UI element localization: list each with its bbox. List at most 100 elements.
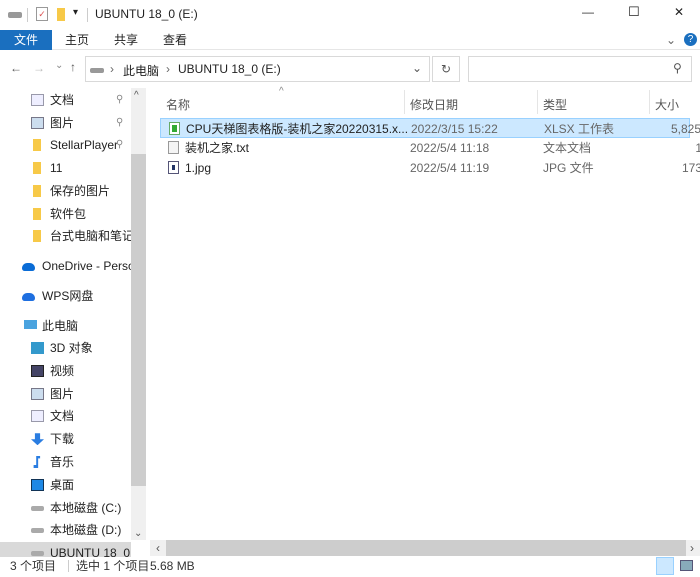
file-type: XLSX 工作表: [544, 122, 615, 136]
selected-count: 选中 1 个项目: [76, 559, 150, 573]
desktop-icon: [31, 478, 44, 491]
pin-icon: ⚲: [116, 116, 124, 128]
cloud-icon: [22, 293, 35, 301]
new-folder-icon[interactable]: [57, 8, 65, 21]
tab-home[interactable]: 主页: [65, 30, 89, 50]
sidebar-item-download[interactable]: 下载: [0, 428, 131, 450]
breadcrumb-this-pc[interactable]: 此电脑: [123, 62, 159, 79]
sidebar-item-drive[interactable]: 本地磁盘 (D:): [0, 519, 131, 541]
breadcrumb-drive[interactable]: UBUNTU 18_0 (E:): [178, 62, 281, 76]
file-size: 5,825: [670, 122, 700, 136]
computer-icon: [24, 320, 37, 329]
3d-icon: [31, 342, 44, 354]
search-input[interactable]: ⚲: [468, 56, 692, 82]
sidebar-item-pic[interactable]: 图片: [0, 383, 131, 405]
doc-icon: [31, 94, 44, 106]
sidebar-item-label: 本地磁盘 (D:): [50, 523, 122, 538]
breadcrumb-separator[interactable]: ›: [110, 62, 114, 76]
divider: [649, 90, 650, 114]
sidebar-item-label: WPS网盘: [42, 289, 94, 303]
horizontal-scrollbar[interactable]: ‹ ›: [150, 540, 700, 556]
folder-icon: [33, 230, 41, 243]
drive-icon: [90, 68, 104, 73]
status-bar: 3 个项目 选中 1 个项目 5.68 MB: [0, 557, 700, 577]
sidebar-item-label: 软件包: [50, 206, 87, 221]
refresh-button[interactable]: ↻: [432, 56, 460, 82]
address-bar[interactable]: › 此电脑 › UBUNTU 18_0 (E:) ⌄: [85, 56, 430, 82]
column-header-type[interactable]: 类型: [543, 94, 567, 116]
customize-toolbar-icon[interactable]: ▾: [73, 7, 78, 18]
address-dropdown-icon[interactable]: ⌄: [412, 61, 422, 75]
details-view-button[interactable]: [656, 557, 674, 575]
file-row[interactable]: 1.jpg 2022/5/4 11:19 JPG 文件 173: [160, 158, 700, 178]
sidebar-item-onedrive[interactable]: OneDrive - Personal: [0, 255, 131, 277]
maximize-button[interactable]: ☐: [628, 4, 640, 20]
forward-button[interactable]: →: [33, 61, 45, 75]
scrollbar-thumb[interactable]: [166, 540, 686, 556]
properties-icon[interactable]: ✓: [36, 7, 48, 21]
expand-ribbon-icon[interactable]: ⌄: [666, 30, 676, 50]
breadcrumb-separator[interactable]: ›: [166, 62, 170, 76]
sidebar-item-drive[interactable]: UBUNTU 18_0 (E:): [0, 542, 131, 557]
window-title: UBUNTU 18_0 (E:): [95, 7, 198, 21]
doc-icon: [31, 410, 44, 423]
tab-file[interactable]: 文件: [0, 30, 52, 50]
large-icons-view-button[interactable]: [680, 560, 693, 571]
sidebar-item-quick-access[interactable]: StellarPlayer ⚲: [0, 134, 131, 156]
sidebar-item-label: 图片: [50, 115, 75, 130]
sidebar-item-doc[interactable]: 文档: [0, 405, 131, 427]
file-row[interactable]: CPU天梯图表格版-装机之家20220315.x... 2022/3/15 15…: [160, 118, 700, 138]
tab-view[interactable]: 查看: [163, 30, 187, 50]
sidebar-item-label: StellarPlayer: [50, 138, 119, 153]
help-icon[interactable]: ?: [684, 33, 697, 46]
sidebar-item-label: 桌面: [50, 477, 75, 492]
file-type: 文本文档: [543, 141, 592, 155]
txt-file-icon: [168, 141, 179, 154]
sidebar-item-wps[interactable]: WPS网盘: [0, 285, 131, 307]
sidebar-item-label: OneDrive - Personal: [42, 259, 131, 273]
scrollbar-thumb[interactable]: [131, 154, 146, 486]
sidebar-item-quick-access[interactable]: 软件包: [0, 203, 131, 225]
drive-icon: [31, 505, 44, 511]
sidebar-item-music[interactable]: 音乐: [0, 451, 131, 473]
back-button[interactable]: ←: [10, 61, 22, 75]
sidebar-item-quick-access[interactable]: 11: [0, 157, 131, 179]
sidebar-item-quick-access[interactable]: 文档 ⚲: [0, 89, 131, 111]
up-button[interactable]: ↑: [70, 60, 76, 74]
tab-share[interactable]: 共享: [114, 30, 138, 50]
sidebar-scrollbar[interactable]: ^ ⌄: [131, 88, 146, 540]
navigation-pane: 文档 ⚲ 图片 ⚲ StellarPlayer ⚲ 11 保存的图片 软件包 台…: [0, 88, 146, 557]
music-icon: [33, 456, 41, 468]
sidebar-item-label: 本地磁盘 (C:): [50, 500, 122, 515]
sidebar-item-label: 此电脑: [42, 319, 79, 333]
sidebar-item-video[interactable]: 视频: [0, 360, 131, 382]
file-date: 2022/5/4 11:18: [410, 141, 490, 155]
close-button[interactable]: ✕: [674, 5, 684, 19]
minimize-button[interactable]: —: [582, 5, 594, 19]
sidebar-item-quick-access[interactable]: 图片 ⚲: [0, 112, 131, 134]
sidebar-item-quick-access[interactable]: 台式电脑和笔记本: [0, 225, 131, 247]
sidebar-item-drive[interactable]: 本地磁盘 (C:): [0, 497, 131, 519]
sidebar-item-quick-access[interactable]: 保存的图片: [0, 180, 131, 202]
file-size: 173: [681, 161, 700, 175]
divider: [27, 8, 28, 22]
sidebar-item-label: 台式电脑和笔记本: [50, 229, 131, 244]
xlsx-file-icon: [169, 122, 180, 135]
pin-icon: ⚲: [116, 139, 124, 151]
sidebar-item-label: 文档: [50, 409, 75, 424]
column-header-date[interactable]: 修改日期: [410, 94, 458, 116]
file-date: 2022/3/15 15:22: [411, 122, 498, 136]
recent-locations-button[interactable]: ⌄: [55, 60, 63, 71]
sidebar-item-3d[interactable]: 3D 对象: [0, 337, 131, 359]
file-name: 1.jpg: [185, 161, 212, 175]
title-bar: ✓ ▾ UBUNTU 18_0 (E:) — ☐ ✕: [0, 0, 700, 30]
sidebar-item-this-pc[interactable]: 此电脑: [0, 315, 131, 337]
item-count: 3 个项目: [10, 559, 57, 573]
divider: [537, 90, 538, 114]
sidebar-item-desktop[interactable]: 桌面: [0, 474, 131, 496]
sidebar-item-label: 图片: [50, 386, 75, 401]
column-header-name[interactable]: 名称: [166, 94, 190, 116]
column-header-size[interactable]: 大小: [655, 94, 679, 116]
file-row[interactable]: 装机之家.txt 2022/5/4 11:18 文本文档 1: [160, 138, 700, 158]
folder-icon: [33, 139, 41, 152]
